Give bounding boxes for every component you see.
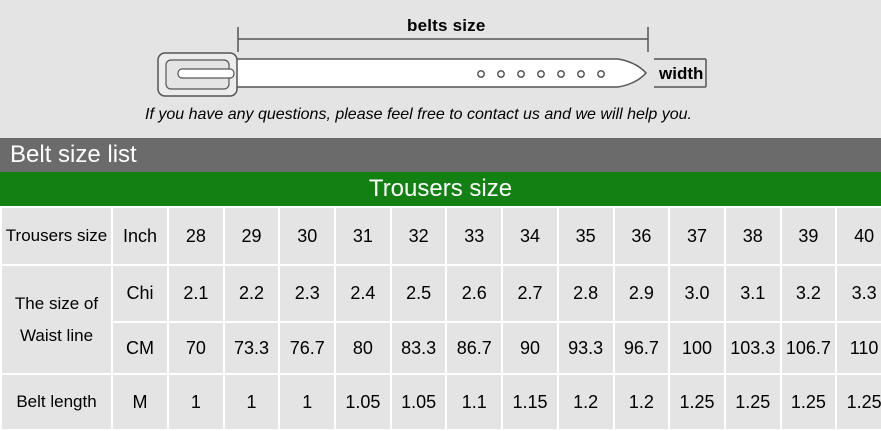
value-cell: 2.2 xyxy=(222,264,281,323)
value-cell: 86.7 xyxy=(445,321,504,375)
value-cell: 90 xyxy=(501,321,559,375)
buckle-prong xyxy=(177,68,235,79)
value-cell: 93.3 xyxy=(556,321,615,375)
value-cell: 3.1 xyxy=(723,264,782,323)
value-cell: 2.1 xyxy=(167,264,225,323)
value-cell: 3.0 xyxy=(668,264,726,323)
belt-size-chart: belts size width If you have any questio… xyxy=(0,0,881,431)
value-cell: 33 xyxy=(445,206,504,266)
row-header: Trousers size xyxy=(0,206,113,266)
value-cell: 100 xyxy=(668,321,726,375)
belt-hole xyxy=(597,70,605,78)
value-cell: 103.3 xyxy=(723,321,782,375)
value-cell: 32 xyxy=(389,206,448,266)
table-row: CM 70 73.3 76.7 80 83.3 86.7 90 93.3 96.7 100 103.3… xyxy=(1,321,881,375)
value-cell: 3.2 xyxy=(779,264,838,323)
value-cell: 2.4 xyxy=(334,264,392,323)
row-header-waist-line: The size of Waist line xyxy=(0,264,113,375)
unit-cell: Chi xyxy=(111,264,169,323)
row-header-line: Waist line xyxy=(19,325,94,345)
value-cell: 2.8 xyxy=(556,264,615,323)
value-cell: 38 xyxy=(723,206,782,266)
value-cell: 2.6 xyxy=(445,264,504,323)
belt-hole xyxy=(537,70,545,78)
belt-hole xyxy=(477,70,485,78)
trousers-size-heading: Trousers size xyxy=(0,172,881,206)
belt-hole xyxy=(517,70,525,78)
belt-size-table: Trousers size Inch 28 29 30 31 32 33 34 35 36 37 38 3… xyxy=(0,206,881,431)
value-cell: 36 xyxy=(612,206,671,266)
value-cell: 2.7 xyxy=(501,264,559,323)
value-cell: 34 xyxy=(501,206,559,266)
value-cell: 96.7 xyxy=(612,321,671,375)
value-cell: 73.3 xyxy=(222,321,281,375)
unit-cell: CM xyxy=(111,321,169,375)
value-cell: 80 xyxy=(334,321,392,375)
value-cell: 2.3 xyxy=(278,264,337,323)
belt-hole xyxy=(577,70,585,78)
width-label: width xyxy=(659,64,704,83)
belt-hole xyxy=(497,70,505,78)
value-cell: 39 xyxy=(779,206,838,266)
unit-cell: Inch xyxy=(111,206,169,266)
value-cell: 76.7 xyxy=(278,321,337,375)
value-cell: 31 xyxy=(334,206,392,266)
table-row: Trousers size Inch 28 29 30 31 32 33 34 35 36 37 38 3… xyxy=(0,206,881,266)
value-cell: 110 xyxy=(835,321,881,375)
value-cell: 3.3 xyxy=(835,264,881,323)
value-cell: 2.5 xyxy=(389,264,448,323)
value-cell: 106.7 xyxy=(779,321,838,375)
value-cell: 70 xyxy=(167,321,225,375)
value-cell: 83.3 xyxy=(389,321,448,375)
value-cell: 28 xyxy=(167,206,225,266)
belt-hole xyxy=(557,70,565,78)
value-cell: 40 xyxy=(835,206,881,266)
belt-size-list-heading: Belt size list xyxy=(0,138,881,172)
table-row: The size of Waist line Chi 2.1 2.2 2.3 2.4 2.5 2… xyxy=(0,264,881,375)
contact-note: If you have any questions, please feel f… xyxy=(145,106,692,123)
value-cell: 37 xyxy=(668,206,726,266)
value-cell: 2.9 xyxy=(612,264,671,323)
value-cell: 35 xyxy=(556,206,615,266)
belts-size-label: belts size xyxy=(407,16,486,35)
value-cell: 30 xyxy=(278,206,337,266)
value-cell: 29 xyxy=(222,206,281,266)
belt-diagram: belts size width If you have any questio… xyxy=(0,0,881,138)
row-header-line: The size of xyxy=(14,293,99,313)
